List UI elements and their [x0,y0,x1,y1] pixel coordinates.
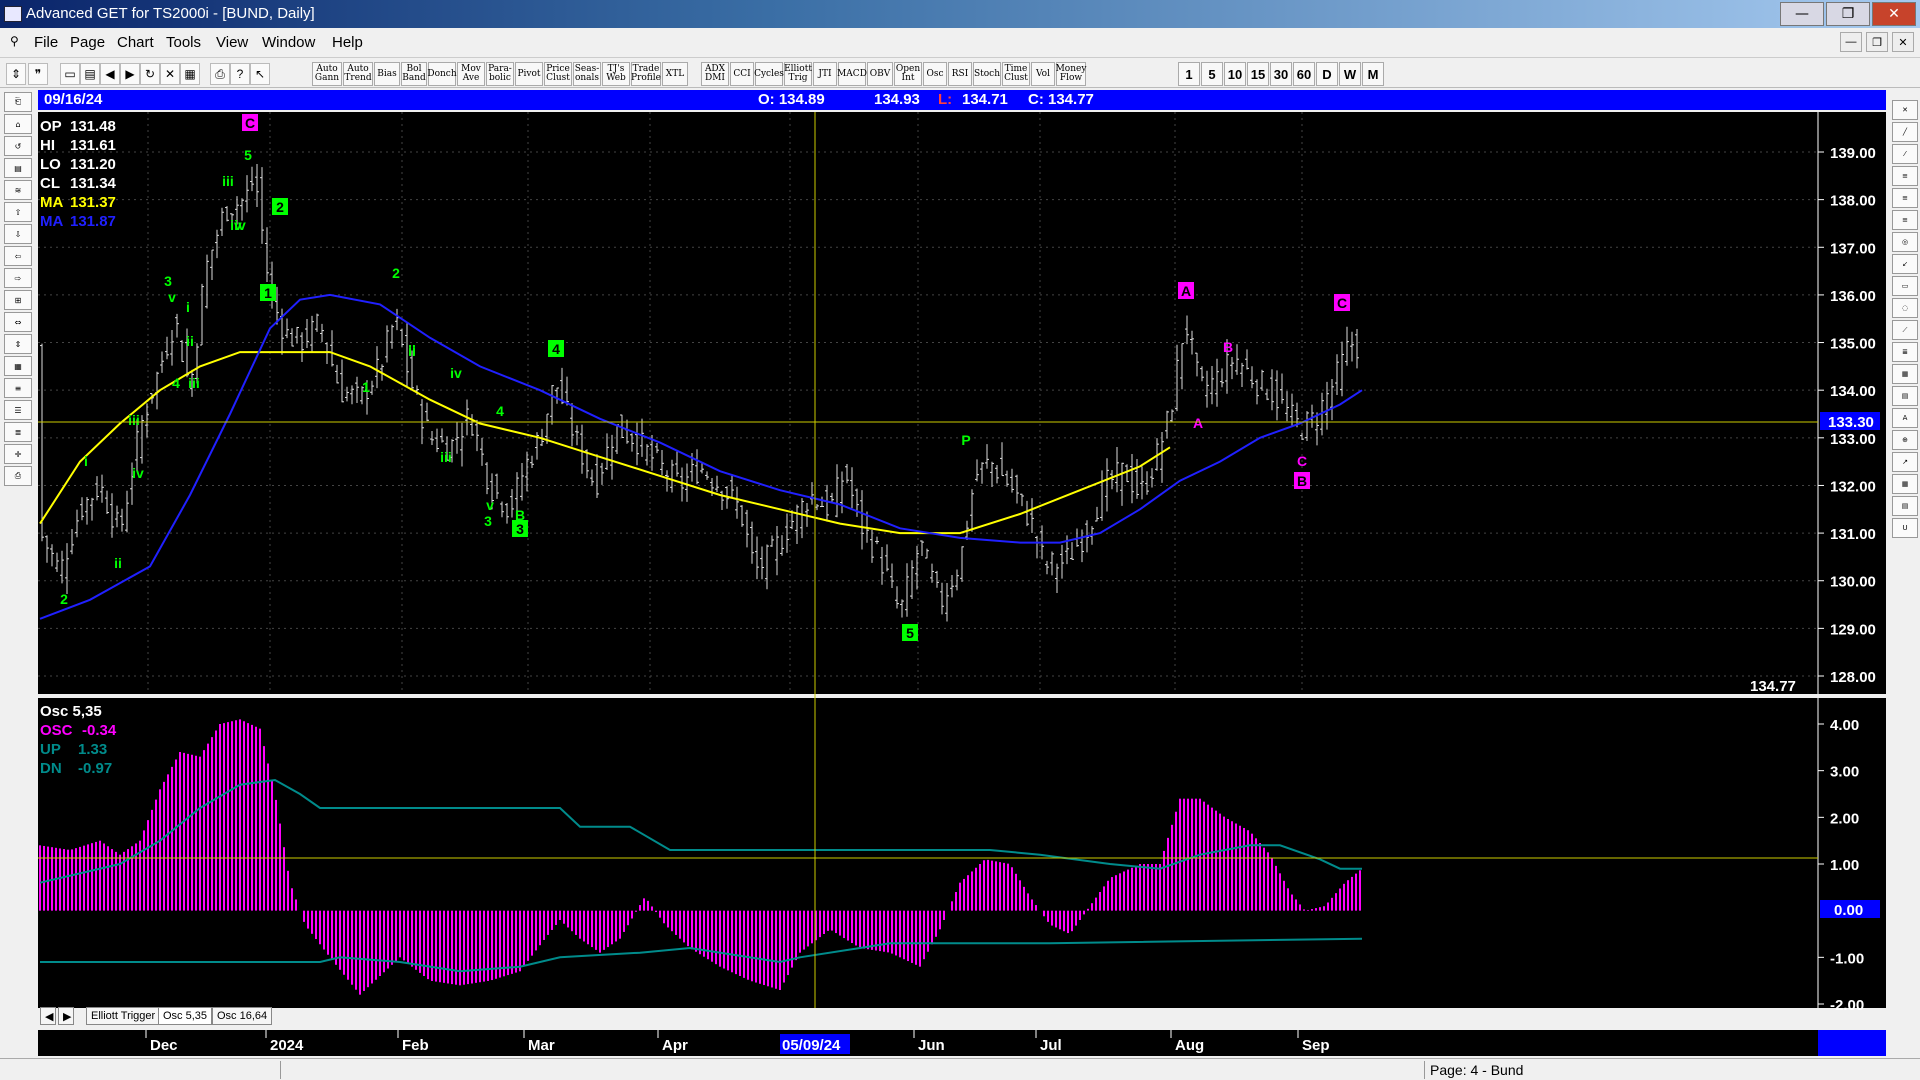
wave-label-boxed: 4 [552,341,560,357]
wave-label: 2 [392,265,400,281]
abc-label-boxed: A [1181,283,1191,299]
legend-ma2-value: 131.87 [70,213,116,230]
osc-tick-label: 4.00 [1830,717,1859,734]
abc-label-boxed: B [1297,473,1307,489]
tab-scroll-right[interactable]: ▶ [58,1007,74,1025]
osc-legend-title: Osc 5,35 [40,703,102,720]
wave-label: iv [450,365,462,381]
legend-op-label: OP [40,118,62,135]
date-tick-label: Jul [1040,1037,1062,1054]
legend-op-value: 131.48 [70,118,116,135]
price-tick-label: 130.00 [1830,574,1876,591]
legend-ma1-label: MA [40,194,63,211]
abc-label-boxed: C [245,115,255,131]
tab-osc-5-35[interactable]: Osc 5,35 [158,1007,213,1025]
wave-label-boxed: 3 [516,521,524,537]
last-price-label: 134.77 [1750,678,1796,695]
wave-label: iii [440,449,452,465]
date-cursor-label: 05/09/24 [782,1037,841,1054]
price-tick-label: 139.00 [1830,145,1876,162]
wave-label: P [961,432,970,448]
wave-label: ii [114,555,122,571]
legend-lo-value: 131.20 [70,156,116,173]
wave-label: 3 [164,273,172,289]
price-tick-label: 138.00 [1830,193,1876,210]
osc-tick-label: 2.00 [1830,810,1859,827]
osc-legend-osc-label: OSC [40,722,73,739]
wave-label: 2 [60,591,68,607]
legend-ma2-label: MA [40,213,63,230]
tab-osc-16-64[interactable]: Osc 16,64 [212,1007,273,1025]
wave-label: ii [186,333,194,349]
wave-label: iv [234,217,246,233]
wave-label-boxed: 1 [264,285,272,301]
osc-legend-up-value: 1.33 [78,741,107,758]
wave-label: i [186,299,190,315]
date-tick-label: Jun [918,1037,945,1054]
wave-label: v [486,497,494,513]
wave-label: iii [128,412,140,428]
wave-label: ii [408,343,416,359]
price-tick-label: 136.00 [1830,288,1876,305]
osc-legend-osc-value: -0.34 [82,722,117,739]
abc-label: B [1223,339,1233,355]
abc-label: C [1297,453,1307,469]
wave-label: iii [188,375,200,391]
osc-tick-label: 3.00 [1830,764,1859,781]
wave-label-boxed: 2 [276,199,284,215]
date-tick-label: 2024 [270,1037,304,1054]
price-tick-label: 131.00 [1830,526,1876,543]
date-tick-label: Feb [402,1037,429,1054]
date-tick-label: Apr [662,1037,688,1054]
wave-label: 4 [172,375,180,391]
chart-canvas[interactable]: 139.00138.00137.00136.00135.00134.00133.… [0,0,1920,1060]
price-tick-label: 134.00 [1830,383,1876,400]
legend-hi-label: HI [40,137,55,154]
wave-label: v [168,289,176,305]
tab-elliott-trigger[interactable]: Elliott Trigger [86,1007,161,1025]
wave-label: 1 [362,379,370,395]
osc-zero-label: 0.00 [1834,902,1863,919]
legend-hi-value: 131.61 [70,137,116,154]
wave-label: iv [132,465,144,481]
wave-label: iii [222,173,234,189]
wave-label: 5 [244,147,252,163]
date-tick-label: Mar [528,1037,555,1054]
date-tick-label: Aug [1175,1037,1204,1054]
osc-legend-up-label: UP [40,741,61,758]
legend-cl-value: 131.34 [70,175,117,192]
wave-label: 4 [496,403,504,419]
wave-label-boxed: 5 [906,625,914,641]
osc-tick-label: -2.00 [1830,997,1864,1014]
osc-legend-dn-label: DN [40,760,62,777]
date-axis [38,1030,1886,1056]
tab-scroll-left[interactable]: ◀ [40,1007,56,1025]
price-tick-label: 128.00 [1830,669,1876,686]
date-axis-end-block [1818,1030,1886,1056]
price-tick-label: 129.00 [1830,621,1876,638]
price-tick-label: 135.00 [1830,336,1876,353]
price-tick-label: 133.00 [1830,431,1876,448]
date-tick-label: Dec [150,1037,178,1054]
legend-cl-label: CL [40,175,60,192]
legend-lo-label: LO [40,156,61,173]
status-bar: Page: 4 - Bund [0,1058,1920,1080]
date-tick-label: Sep [1302,1037,1330,1054]
price-tick-label: 132.00 [1830,478,1876,495]
osc-legend-dn-value: -0.97 [78,760,112,777]
price-tick-label: 137.00 [1830,240,1876,257]
status-page: Page: 4 - Bund [1430,1062,1524,1078]
abc-label-boxed: C [1337,295,1347,311]
legend-ma1-value: 131.37 [70,194,116,211]
wave-label: i [84,453,88,469]
wave-label: 3 [484,513,492,529]
osc-tick-label: 1.00 [1830,857,1859,874]
price-cursor-label: 133.30 [1828,414,1874,431]
osc-tick-label: -1.00 [1830,950,1864,967]
